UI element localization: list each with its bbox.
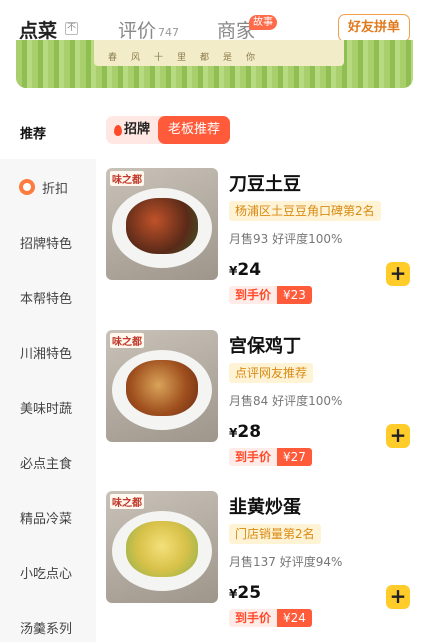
dish-name[interactable]: 宫保鸡丁 [229,332,301,358]
dish-rating: 好评度94% [279,555,343,569]
dish-rank-badge: 门店销量第2名 [229,524,321,544]
sidebar-item-cold-dishes[interactable]: 精品冷菜 [0,489,96,544]
add-to-cart-button[interactable]: + [386,585,410,609]
dish-name[interactable]: 韭黄炒蛋 [229,493,301,519]
dish-card[interactable]: 味之都 刀豆土豆 杨浦区土豆豆角口碑第2名 月售93 好评度100% ¥24 到… [96,168,429,328]
dish-meta: 月售93 好评度100% [229,230,342,247]
final-price-box: 到手价 ¥27 [229,448,312,466]
sidebar-item-recommend[interactable]: 推荐 [0,104,96,159]
dish-rating: 好评度100% [272,394,343,408]
dish-sales: 月售137 [229,555,276,569]
sidebar-item-label: 推荐 [20,127,47,142]
boss-recommend-badge: 老板推荐 [158,116,231,144]
dish-meta: 月售84 好评度100% [229,392,342,409]
plus-icon: + [389,423,407,447]
final-price-box: 到手价 ¥24 [229,609,312,627]
dish-price: ¥25 [229,583,261,603]
dish-price: ¥28 [229,422,261,442]
sidebar-item-label: 川湘特色 [20,347,73,362]
dish-rating: 好评度100% [272,232,343,246]
sidebar-item-label: 招牌特色 [20,237,73,252]
sidebar-item-signature[interactable]: 招牌特色 [0,214,96,269]
sort-badge[interactable]: 不 [65,22,78,35]
reviews-count: 747 [158,26,179,39]
dish-rank-badge: 杨浦区土豆豆角口碑第2名 [229,201,381,221]
sidebar-item-label: 本帮特色 [20,292,73,307]
dish-sales: 月售93 [229,232,269,246]
dish-image[interactable]: 味之都 [106,168,218,280]
sidebar-item-label: 折扣 [42,182,69,197]
food-shape [126,521,198,577]
sidebar-item-soups[interactable]: 汤羹系列 [0,599,96,642]
brand-logo: 味之都 [110,171,144,186]
dish-price-value: 24 [237,260,262,280]
sidebar-item-label: 汤羹系列 [20,622,73,637]
dish-card[interactable]: 味之都 韭黄炒蛋 门店销量第2名 月售137 好评度94% ¥25 到手价 ¥2… [96,491,429,642]
final-price-label: 到手价 [229,286,278,304]
dish-rank-badge: 点评网友推荐 [229,363,314,383]
sidebar-item-label: 必点主食 [20,457,73,472]
plus-icon: + [389,261,407,285]
banner-text: 春风十里都是你 [108,53,270,63]
final-price-value: ¥23 [277,286,312,304]
dish-name[interactable]: 刀豆土豆 [229,170,301,196]
sidebar-item-sichuan-hunan[interactable]: 川湘特色 [0,324,96,379]
tab-reviews[interactable]: 评价 [118,16,156,43]
final-price-value: ¥27 [277,448,312,466]
sidebar-item-vegetables[interactable]: 美味时蔬 [0,379,96,434]
dish-price-value: 25 [237,583,262,603]
section-tag: 招牌 老板推荐 [106,116,231,144]
add-to-cart-button[interactable]: + [386,424,410,448]
sidebar-item-local[interactable]: 本帮特色 [0,269,96,324]
story-badge: 故事 [249,15,277,30]
sidebar-item-label: 小吃点心 [20,567,73,582]
menu-content: 招牌 老板推荐 味之都 刀豆土豆 杨浦区土豆豆角口碑第2名 月售93 好评度10… [96,104,429,642]
final-price-label: 到手价 [229,448,278,466]
sidebar-item-discount[interactable]: 折扣 [0,159,96,214]
food-shape [126,198,198,254]
add-to-cart-button[interactable]: + [386,262,410,286]
dish-sales: 月售84 [229,394,269,408]
final-price-value: ¥24 [277,609,312,627]
sidebar-item-staples[interactable]: 必点主食 [0,434,96,489]
flame-icon [114,125,122,136]
dish-meta: 月售137 好评度94% [229,553,342,570]
sidebar-item-label: 美味时蔬 [20,402,73,417]
dish-price-value: 28 [237,422,262,442]
plus-icon: + [389,584,407,608]
dish-image[interactable]: 味之都 [106,330,218,442]
category-sidebar: 推荐 折扣 招牌特色 本帮特色 川湘特色 美味时蔬 必点主食 精品冷菜 小吃点心… [0,104,96,642]
sidebar-item-label: 精品冷菜 [20,512,73,527]
brand-logo: 味之都 [110,333,144,348]
food-shape [126,360,198,416]
sidebar-item-snacks[interactable]: 小吃点心 [0,544,96,599]
final-price-box: 到手价 ¥23 [229,286,312,304]
discount-icon [19,179,35,195]
store-banner: 春风十里都是你 [16,40,413,88]
dish-image[interactable]: 味之都 [106,491,218,603]
section-tag-label: 招牌 [124,122,151,137]
dish-price: ¥24 [229,260,261,280]
brand-logo: 味之都 [110,494,144,509]
dish-card[interactable]: 味之都 宫保鸡丁 点评网友推荐 月售84 好评度100% ¥28 到手价 ¥27… [96,330,429,490]
final-price-label: 到手价 [229,609,278,627]
group-order-button[interactable]: 好友拼单 [338,14,410,42]
tab-order[interactable]: 点菜 [19,16,57,43]
